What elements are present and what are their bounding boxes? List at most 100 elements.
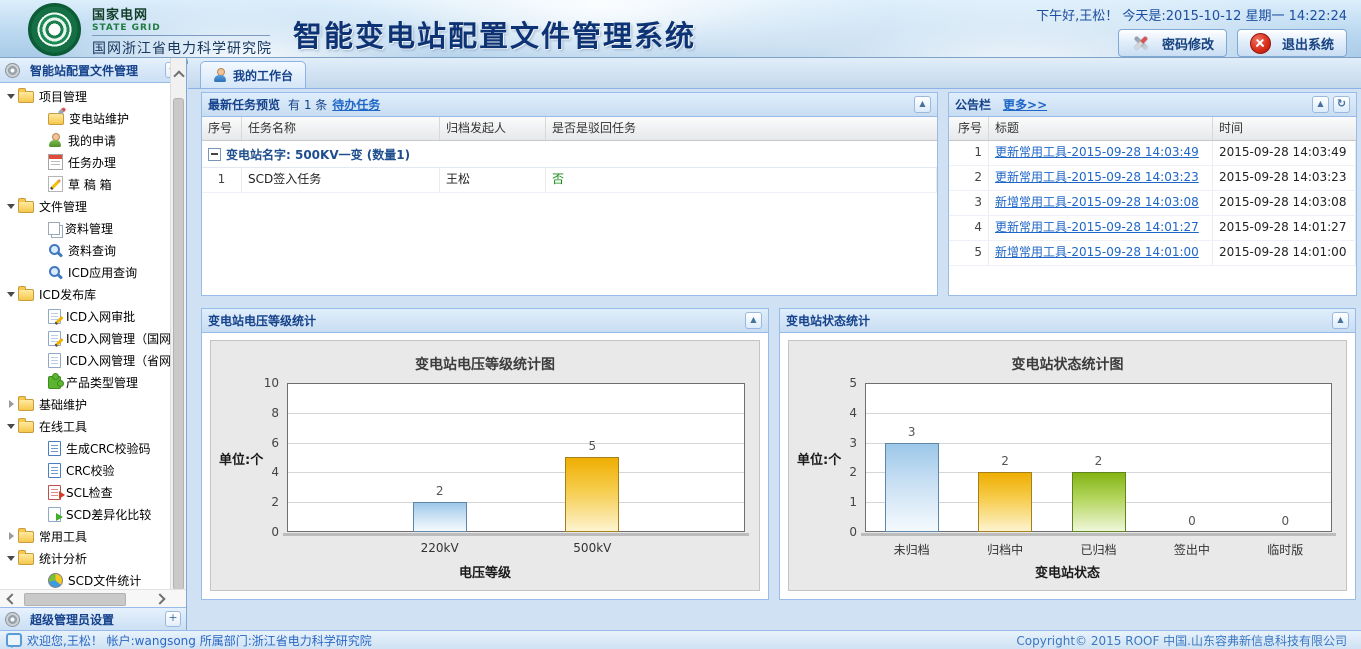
column-header[interactable]: 标题 xyxy=(989,117,1213,140)
tree-item[interactable]: 在线工具 xyxy=(0,415,186,437)
horizontal-scroll-thumb[interactable] xyxy=(24,593,126,606)
refresh-panel-button[interactable] xyxy=(1333,96,1350,113)
todo-tasks-link[interactable]: 待办任务 xyxy=(332,96,380,113)
tree-item[interactable]: ICD发布库 xyxy=(0,283,186,305)
admin-settings-header[interactable]: 超级管理员设置 + xyxy=(0,607,186,630)
logout-button[interactable]: 退出系统 xyxy=(1237,29,1347,57)
tree-caret-icon[interactable] xyxy=(36,377,48,387)
collapse-panel-button[interactable] xyxy=(1312,96,1329,113)
bulletin-row[interactable]: 5 新增常用工具-2015-09-28 14:01:00 2015-09-28 … xyxy=(949,241,1356,266)
collapse-panel-button[interactable] xyxy=(914,96,931,113)
bulletin-row[interactable]: 2 更新常用工具-2015-09-28 14:03:23 2015-09-28 … xyxy=(949,166,1356,191)
column-header[interactable]: 时间 xyxy=(1213,117,1356,140)
group-collapse-icon[interactable] xyxy=(208,148,221,161)
sidebar-vertical-scrollbar[interactable] xyxy=(170,58,186,630)
tree-caret-icon[interactable] xyxy=(6,421,18,431)
tab-my-workbench[interactable]: 我的工作台 xyxy=(200,61,306,88)
tree-item[interactable]: 产品类型管理 xyxy=(0,371,186,393)
change-password-button[interactable]: 密码修改 xyxy=(1118,29,1227,57)
tree-caret-icon[interactable] xyxy=(36,487,48,497)
collapse-panel-button[interactable] xyxy=(1332,312,1349,329)
tree-item[interactable]: 常用工具 xyxy=(0,525,186,547)
tree-caret-icon[interactable] xyxy=(36,333,48,343)
tree-item-icon xyxy=(48,441,61,456)
bulletin-title-link[interactable]: 新增常用工具-2015-09-28 14:03:08 xyxy=(995,195,1199,209)
bulletin-row[interactable]: 3 新增常用工具-2015-09-28 14:03:08 2015-09-28 … xyxy=(949,191,1356,216)
tree-caret-icon[interactable] xyxy=(36,465,48,475)
tree-item[interactable]: 变电站维护 xyxy=(0,107,186,129)
institute-cn-name: 国网浙江省电力科学研究院 xyxy=(92,38,285,58)
tree-item[interactable]: SCD文件统计 xyxy=(0,569,186,590)
tree-item[interactable]: ICD入网管理（国网） xyxy=(0,327,186,349)
column-header[interactable]: 序号 xyxy=(949,117,989,140)
tree-item[interactable]: 项目管理 xyxy=(0,85,186,107)
tree-item-label: SCD差异化比较 xyxy=(66,506,151,523)
tree-item-icon xyxy=(18,91,34,103)
column-header[interactable]: 任务名称 xyxy=(242,117,440,140)
tree-item[interactable]: 资料查询 xyxy=(0,239,186,261)
scroll-right-icon[interactable] xyxy=(154,593,165,604)
tree-caret-icon[interactable] xyxy=(36,179,48,189)
bulletin-row[interactable]: 1 更新常用工具-2015-09-28 14:03:49 2015-09-28 … xyxy=(949,141,1356,166)
tree-item[interactable]: 资料管理 xyxy=(0,217,186,239)
tree-item[interactable]: 任务办理 xyxy=(0,151,186,173)
tree-caret-icon[interactable] xyxy=(36,443,48,453)
tree-caret-icon[interactable] xyxy=(6,91,18,101)
tree-item[interactable]: 文件管理 xyxy=(0,195,186,217)
tree-item[interactable]: ICD入网管理（省网） xyxy=(0,349,186,371)
bulletin-title-link[interactable]: 更新常用工具-2015-09-28 14:01:27 xyxy=(995,220,1199,234)
column-header[interactable]: 序号 xyxy=(202,117,242,140)
tree-item[interactable]: 生成CRC校验码 xyxy=(0,437,186,459)
sidebar-horizontal-scrollbar[interactable] xyxy=(0,589,186,607)
tree-item[interactable]: 草 稿 箱 xyxy=(0,173,186,195)
tree-item-icon xyxy=(48,222,60,235)
bulletin-time: 2015-09-28 14:01:00 xyxy=(1213,241,1356,265)
task-group-row[interactable]: 变电站名字: 500KV一变 (数量1) xyxy=(202,141,937,168)
bulletin-row[interactable]: 4 更新常用工具-2015-09-28 14:01:27 2015-09-28 … xyxy=(949,216,1356,241)
tree-caret-icon[interactable] xyxy=(36,509,48,519)
welcome-text: 欢迎您,王松！ 帐户:wangsong 所属部门:浙江省电力科学研究院 xyxy=(27,632,372,649)
tree-item[interactable]: 我的申请 xyxy=(0,129,186,151)
admin-settings-expand-button[interactable]: + xyxy=(165,611,181,627)
tree-item[interactable]: SCL检查 xyxy=(0,481,186,503)
tree-caret-icon[interactable] xyxy=(6,553,18,563)
bulletin-title-link[interactable]: 更新常用工具-2015-09-28 14:03:49 xyxy=(995,145,1199,159)
bulletin-row-number: 3 xyxy=(949,191,989,215)
collapse-panel-button[interactable] xyxy=(745,312,762,329)
tree-item[interactable]: ICD应用查询 xyxy=(0,261,186,283)
tree-item-label: CRC校验 xyxy=(66,462,115,479)
scroll-left-icon[interactable] xyxy=(6,593,17,604)
task-row-number: 1 xyxy=(202,168,242,192)
x-axis-line xyxy=(283,533,749,536)
vertical-scroll-thumb[interactable] xyxy=(173,98,184,590)
tree-caret-icon[interactable] xyxy=(36,267,48,277)
bulletin-more-link[interactable]: 更多>> xyxy=(1003,96,1047,113)
column-header[interactable]: 归档发起人 xyxy=(440,117,546,140)
bulletin-title-link[interactable]: 新增常用工具-2015-09-28 14:01:00 xyxy=(995,245,1199,259)
tree-caret-icon[interactable] xyxy=(6,531,18,541)
gear-icon xyxy=(5,63,20,78)
tree-caret-icon[interactable] xyxy=(36,157,48,167)
column-header[interactable]: 是否是驳回任务 xyxy=(546,117,937,140)
tree-caret-icon[interactable] xyxy=(36,575,48,585)
tree-caret-icon[interactable] xyxy=(36,355,48,365)
tree-caret-icon[interactable] xyxy=(36,245,48,255)
tree-caret-icon[interactable] xyxy=(6,201,18,211)
bulletin-title-link[interactable]: 更新常用工具-2015-09-28 14:03:23 xyxy=(995,170,1199,184)
sidebar-header[interactable]: 智能站配置文件管理 − xyxy=(0,58,186,83)
tree-item[interactable]: CRC校验 xyxy=(0,459,186,481)
tree-item[interactable]: 基础维护 xyxy=(0,393,186,415)
y-axis-tick-label: 3 xyxy=(819,436,857,450)
tree-caret-icon[interactable] xyxy=(36,135,48,145)
tree-item[interactable]: SCD差异化比较 xyxy=(0,503,186,525)
tree-caret-icon[interactable] xyxy=(6,399,18,409)
bar-value-label: 5 xyxy=(562,439,622,453)
task-table-row[interactable]: 1 SCD签入任务 王松 否 xyxy=(202,168,937,193)
tree-caret-icon[interactable] xyxy=(6,289,18,299)
tree-caret-icon[interactable] xyxy=(36,223,48,233)
tree-item[interactable]: 统计分析 xyxy=(0,547,186,569)
tree-item[interactable]: ICD入网审批 xyxy=(0,305,186,327)
tree-caret-icon[interactable] xyxy=(36,113,48,123)
tree-caret-icon[interactable] xyxy=(36,311,48,321)
scroll-up-icon[interactable] xyxy=(173,70,184,81)
